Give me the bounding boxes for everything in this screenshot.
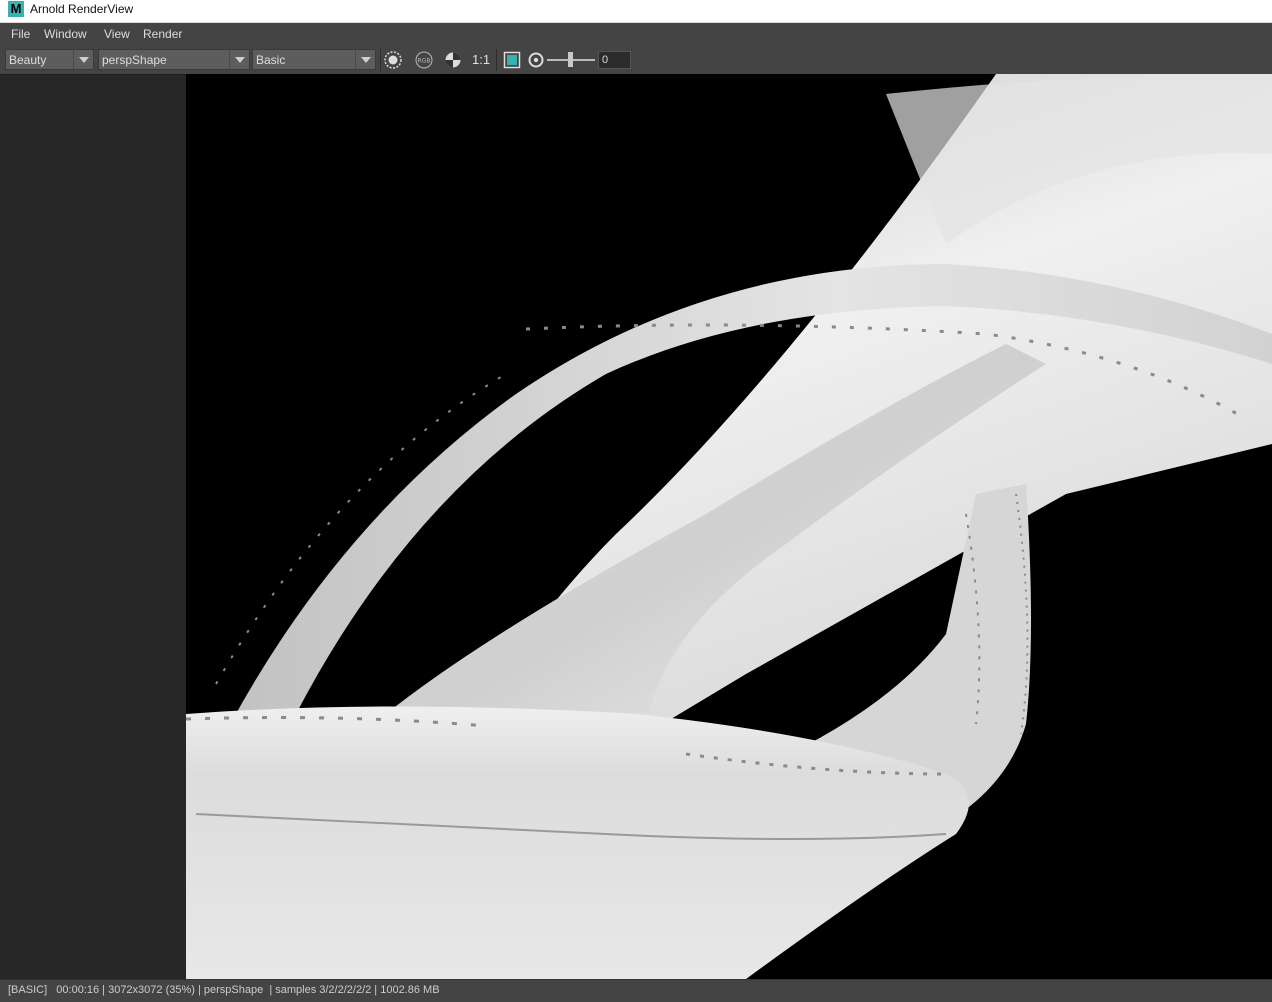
- rgb-channel-icon[interactable]: RGB: [415, 51, 433, 69]
- menu-view[interactable]: View: [104, 27, 130, 41]
- exposure-input[interactable]: 0: [598, 51, 631, 69]
- chevron-down-icon: [355, 50, 375, 69]
- chevron-down-icon: [73, 50, 93, 69]
- toolbar-divider: [380, 49, 381, 71]
- toolbar-divider: [496, 49, 497, 71]
- camera-value: perspShape: [102, 53, 167, 67]
- aperture-icon: [528, 52, 544, 68]
- chevron-down-icon: [229, 50, 249, 69]
- render-viewport[interactable]: [186, 74, 1272, 979]
- display-mode-value: Basic: [256, 53, 286, 67]
- left-side-panel: [0, 74, 186, 979]
- crop-region-icon[interactable]: [503, 51, 521, 69]
- window-title: Arnold RenderView: [30, 2, 134, 16]
- camera-dropdown[interactable]: perspShape: [98, 49, 250, 70]
- menu-file[interactable]: File: [11, 27, 30, 41]
- aov-value: Beauty: [9, 53, 47, 67]
- status-bar: [BASIC] 00:00:16 | 3072x3072 (35%) | per…: [0, 979, 1272, 1002]
- render-region-icon[interactable]: [384, 51, 402, 69]
- render-status-text: [BASIC] 00:00:16 | 3072x3072 (35%) | per…: [8, 984, 440, 996]
- menu-bar: File Window View Render: [0, 23, 1272, 45]
- maya-app-icon: M: [8, 1, 24, 17]
- menu-render[interactable]: Render: [143, 27, 182, 41]
- exposure-slider-handle[interactable]: [568, 52, 573, 67]
- render-image: [186, 74, 1272, 979]
- zoom-1to1-button[interactable]: 1:1: [472, 52, 490, 67]
- svg-text:RGB: RGB: [418, 58, 431, 65]
- aov-dropdown[interactable]: Beauty: [5, 49, 94, 70]
- toolbar: Beauty perspShape Basic RGB 1:1 0: [0, 45, 1272, 74]
- display-toggle-icon[interactable]: [444, 51, 462, 69]
- display-mode-dropdown[interactable]: Basic: [252, 49, 376, 70]
- menu-window[interactable]: Window: [44, 27, 87, 41]
- title-bar: M Arnold RenderView: [0, 0, 1272, 23]
